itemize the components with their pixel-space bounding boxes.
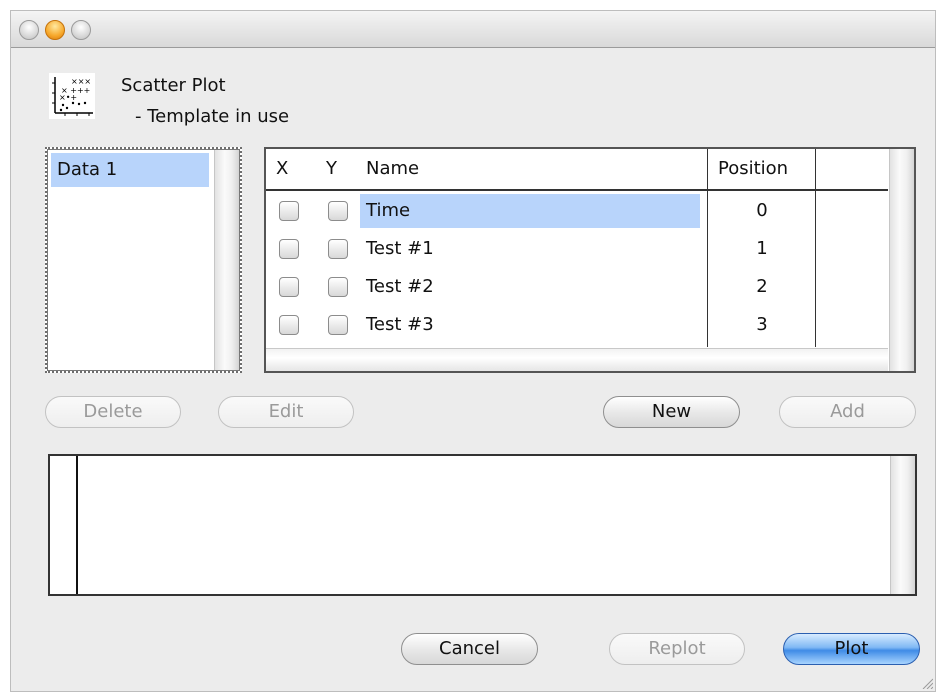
column-header-x[interactable]: X <box>276 149 288 189</box>
column-header-name[interactable]: Name <box>366 149 419 189</box>
column-header-position[interactable]: Position <box>718 149 788 189</box>
data-list-item[interactable]: Data 1 <box>51 153 209 187</box>
title-bar <box>11 11 935 48</box>
variable-position: 2 <box>756 276 768 297</box>
edit-button[interactable]: Edit <box>218 396 354 428</box>
table-vertical-scrollbar[interactable] <box>889 149 914 371</box>
variable-name[interactable]: Time <box>360 194 700 228</box>
y-checkbox[interactable] <box>328 277 348 297</box>
close-window-button[interactable] <box>19 20 39 40</box>
scatter-plot-icon: ××× × +++ ×•+ <box>49 73 95 119</box>
variable-position: 1 <box>756 238 768 259</box>
y-checkbox[interactable] <box>328 201 348 221</box>
cancel-button[interactable]: Cancel <box>401 633 538 665</box>
svg-text:×•+: ×•+ <box>59 93 77 102</box>
minimize-window-button[interactable] <box>45 20 65 40</box>
variable-name[interactable]: Test #2 <box>360 270 700 304</box>
table-row[interactable]: Time 0 <box>266 192 888 230</box>
new-button[interactable]: New <box>603 396 740 428</box>
svg-text:×××: ××× <box>71 77 91 86</box>
y-checkbox[interactable] <box>328 239 348 259</box>
plot-button[interactable]: Plot <box>783 633 920 665</box>
line-gutter <box>50 456 78 594</box>
output-text-area[interactable] <box>48 454 917 596</box>
plot-type-title: Scatter Plot <box>121 75 226 96</box>
table-header: X Y Name Position <box>266 149 888 191</box>
replot-button[interactable]: Replot <box>609 633 745 665</box>
variable-name[interactable]: Test #1 <box>360 232 700 266</box>
table-row[interactable]: Test #3 3 <box>266 306 888 344</box>
data-list-scrollbar[interactable] <box>214 150 239 370</box>
variable-name[interactable]: Test #3 <box>360 308 700 342</box>
table-row[interactable]: Test #1 1 <box>266 230 888 268</box>
x-checkbox[interactable] <box>279 315 299 335</box>
delete-button[interactable]: Delete <box>45 396 181 428</box>
add-button[interactable]: Add <box>779 396 916 428</box>
variables-table: X Y Name Position Time 0 Test #1 1 Test … <box>264 147 916 373</box>
zoom-window-button[interactable] <box>71 20 91 40</box>
table-horizontal-scrollbar[interactable] <box>266 348 888 371</box>
variable-position: 3 <box>756 314 768 335</box>
table-row[interactable]: Test #2 2 <box>266 268 888 306</box>
resize-grip-icon[interactable] <box>921 677 933 689</box>
x-checkbox[interactable] <box>279 201 299 221</box>
data-list[interactable]: Data 1 <box>45 147 242 373</box>
x-checkbox[interactable] <box>279 277 299 297</box>
x-checkbox[interactable] <box>279 239 299 259</box>
template-status: - Template in use <box>135 106 290 127</box>
scatter-plot-dialog: ××× × +++ ×•+ Scatter Plot - Template in… <box>10 10 936 692</box>
column-header-y[interactable]: Y <box>326 149 337 189</box>
variable-position: 0 <box>756 200 768 221</box>
y-checkbox[interactable] <box>328 315 348 335</box>
output-scrollbar[interactable] <box>890 456 915 594</box>
